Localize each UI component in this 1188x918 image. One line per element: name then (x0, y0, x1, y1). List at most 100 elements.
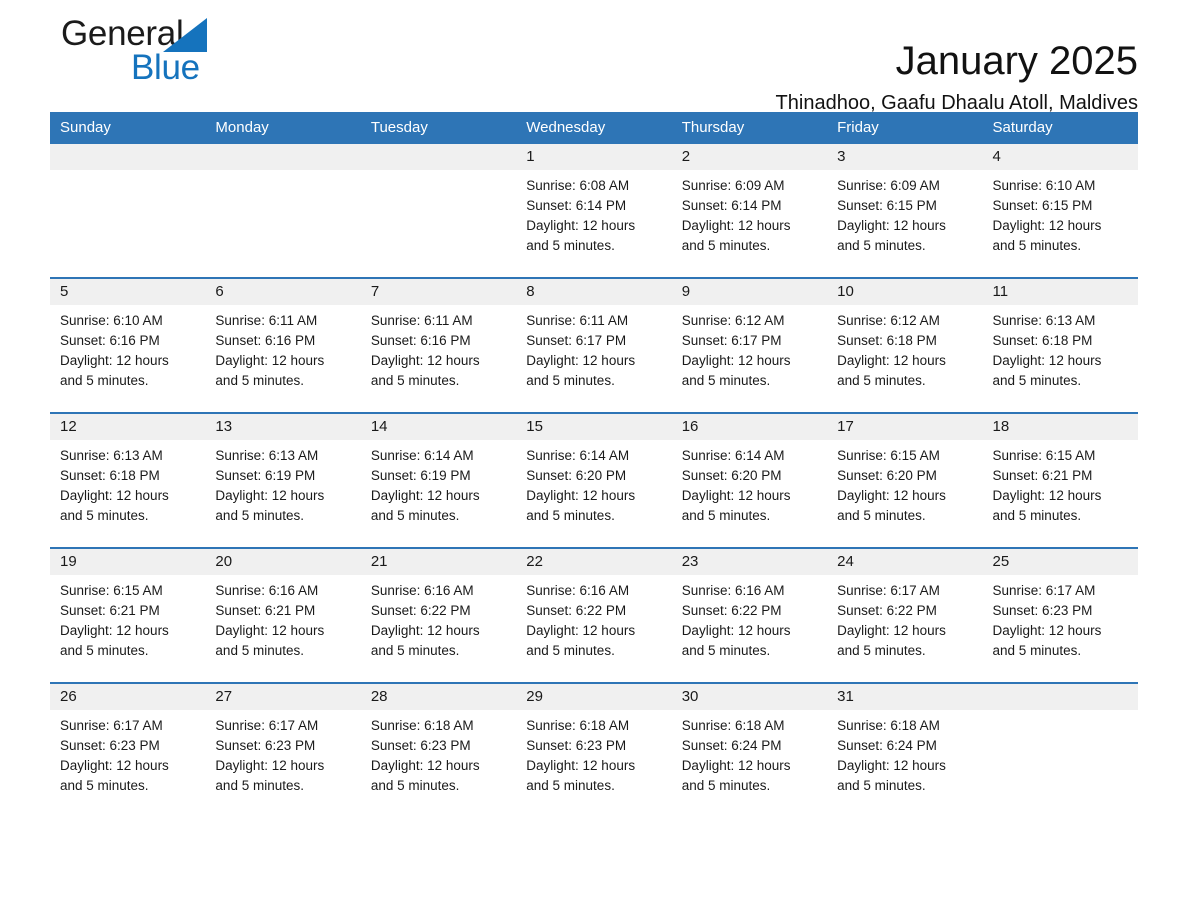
day-number (205, 144, 361, 170)
calendar-cell[interactable]: 20 Sunrise: 6:16 AM Sunset: 6:21 PM Dayligh… (205, 547, 361, 683)
sunrise-text: Sunrise: 6:18 AM (837, 718, 940, 733)
calendar-cell[interactable]: 14 Sunrise: 6:14 AM Sunset: 6:19 PM Dayligh… (360, 412, 517, 548)
sunset-text: Sunset: 6:21 PM (60, 603, 160, 618)
daylight-text-2: and 5 minutes. (681, 238, 771, 253)
calendar-day: 25 Sunrise: 6:17 AM Sunset: 6:23 PM Dayligh… (982, 549, 1138, 682)
calendar-cell[interactable]: 16 Sunrise: 6:14 AM Sunset: 6:20 PM Dayligh… (671, 412, 828, 548)
calendar-cell[interactable]: 12 Sunrise: 6:13 AM Sunset: 6:18 PM Dayligh… (50, 412, 206, 548)
calendar-cell[interactable]: 26 Sunrise: 6:17 AM Sunset: 6:23 PM Dayligh… (50, 682, 206, 817)
calendar-cell[interactable]: 29 Sunrise: 6:18 AM Sunset: 6:23 PM Dayligh… (516, 682, 672, 817)
day-number: 17 (827, 414, 983, 440)
brand-logo[interactable]: General Blue (61, 14, 321, 98)
day-details: Sunrise: 6:13 AM Sunset: 6:18 PM Daylight:… (50, 440, 205, 526)
calendar-cell[interactable]: 11 Sunrise: 6:13 AM Sunset: 6:18 PM Dayligh… (982, 277, 1138, 413)
triangle-logo-icon (163, 18, 207, 52)
calendar-page: General Blue January 2025 Thinadhoo, Gaa… (0, 0, 1188, 918)
sunset-text: Sunset: 6:18 PM (60, 468, 160, 483)
day-number: 31 (827, 684, 983, 710)
day-details: Sunrise: 6:12 AM Sunset: 6:18 PM Daylight:… (827, 305, 982, 391)
sunset-text: Sunset: 6:24 PM (837, 738, 937, 753)
page-header: General Blue January 2025 Thinadhoo, Gaa… (50, 0, 1138, 114)
calendar-day: 9 Sunrise: 6:12 AM Sunset: 6:17 PM Daylight… (671, 279, 828, 412)
sunset-text: Sunset: 6:16 PM (215, 333, 316, 348)
calendar-day: 28 Sunrise: 6:18 AM Sunset: 6:23 PM Dayligh… (360, 684, 517, 817)
calendar-day: 31 Sunrise: 6:18 AM Sunset: 6:24 PM Dayligh… (827, 684, 983, 817)
calendar-day: 24 Sunrise: 6:17 AM Sunset: 6:22 PM Dayligh… (827, 549, 983, 682)
calendar-cell[interactable]: 9 Sunrise: 6:12 AM Sunset: 6:17 PM Daylight… (671, 277, 828, 413)
calendar-cell[interactable]: 22 Sunrise: 6:16 AM Sunset: 6:22 PM Dayligh… (516, 547, 672, 683)
calendar-cell (50, 144, 206, 278)
sunset-text: Sunset: 6:15 PM (992, 198, 1093, 213)
sunset-text: Sunset: 6:19 PM (370, 468, 471, 483)
sunrise-text: Sunrise: 6:08 AM (526, 178, 630, 193)
calendar-week-row: 1 Sunrise: 6:08 AM Sunset: 6:14 PM Daylight… (50, 144, 1138, 278)
calendar-cell[interactable]: 4 Sunrise: 6:10 AM Sunset: 6:15 PM Daylight… (982, 144, 1138, 278)
calendar-day: 1 Sunrise: 6:08 AM Sunset: 6:14 PM Daylight… (516, 144, 672, 277)
sunrise-text: Sunrise: 6:13 AM (215, 448, 319, 463)
daylight-text-2: and 5 minutes. (837, 643, 926, 658)
sunrise-text: Sunrise: 6:11 AM (215, 313, 318, 328)
daylight-text-2: and 5 minutes. (370, 508, 460, 523)
daylight-text: Daylight: 12 hours (837, 218, 946, 233)
daylight-text-2: and 5 minutes. (215, 373, 304, 388)
day-number: 15 (516, 414, 672, 440)
daylight-text-2: and 5 minutes. (526, 643, 615, 658)
sunset-text: Sunset: 6:16 PM (370, 333, 471, 348)
day-number: 20 (205, 549, 361, 575)
calendar-cell[interactable]: 30 Sunrise: 6:18 AM Sunset: 6:24 PM Dayligh… (671, 682, 828, 817)
sunset-text: Sunset: 6:23 PM (370, 738, 471, 753)
daylight-text-2: and 5 minutes. (992, 373, 1082, 388)
daylight-text-2: and 5 minutes. (60, 373, 149, 388)
calendar-cell[interactable]: 15 Sunrise: 6:14 AM Sunset: 6:20 PM Dayligh… (516, 412, 672, 548)
calendar-day-empty (982, 684, 1138, 817)
day-number: 10 (827, 279, 983, 305)
calendar-cell[interactable]: 24 Sunrise: 6:17 AM Sunset: 6:22 PM Dayligh… (827, 547, 983, 683)
calendar-cell[interactable]: 18 Sunrise: 6:15 AM Sunset: 6:21 PM Dayligh… (982, 412, 1138, 548)
calendar-cell[interactable]: 13 Sunrise: 6:13 AM Sunset: 6:19 PM Dayligh… (205, 412, 361, 548)
calendar-cell[interactable]: 27 Sunrise: 6:17 AM Sunset: 6:23 PM Dayligh… (205, 682, 361, 817)
calendar-cell[interactable]: 10 Sunrise: 6:12 AM Sunset: 6:18 PM Dayligh… (827, 277, 983, 413)
calendar-day: 15 Sunrise: 6:14 AM Sunset: 6:20 PM Dayligh… (516, 414, 672, 547)
calendar-cell[interactable]: 31 Sunrise: 6:18 AM Sunset: 6:24 PM Dayligh… (827, 682, 983, 817)
calendar-cell[interactable]: 19 Sunrise: 6:15 AM Sunset: 6:21 PM Dayligh… (50, 547, 206, 683)
calendar-day: 30 Sunrise: 6:18 AM Sunset: 6:24 PM Dayligh… (671, 684, 828, 817)
sunrise-text: Sunrise: 6:17 AM (215, 718, 319, 733)
calendar-cell[interactable]: 28 Sunrise: 6:18 AM Sunset: 6:23 PM Dayligh… (360, 682, 517, 817)
daylight-text: Daylight: 12 hours (526, 218, 636, 233)
calendar-cell[interactable]: 2 Sunrise: 6:09 AM Sunset: 6:14 PM Daylight… (671, 144, 828, 278)
calendar-cell[interactable]: 5 Sunrise: 6:10 AM Sunset: 6:16 PM Daylight… (50, 277, 206, 413)
sunset-text: Sunset: 6:22 PM (681, 603, 782, 618)
sunset-text: Sunset: 6:23 PM (992, 603, 1093, 618)
sunset-text: Sunset: 6:21 PM (992, 468, 1093, 483)
calendar-cell[interactable]: 1 Sunrise: 6:08 AM Sunset: 6:14 PM Daylight… (516, 144, 672, 278)
calendar-cell[interactable]: 6 Sunrise: 6:11 AM Sunset: 6:16 PM Daylight… (205, 277, 361, 413)
day-details: Sunrise: 6:16 AM Sunset: 6:22 PM Daylight:… (361, 575, 516, 661)
calendar-cell[interactable]: 17 Sunrise: 6:15 AM Sunset: 6:20 PM Dayligh… (827, 412, 983, 548)
sunset-text: Sunset: 6:23 PM (215, 738, 316, 753)
daylight-text-2: and 5 minutes. (60, 508, 149, 523)
sunrise-text: Sunrise: 6:16 AM (681, 583, 785, 598)
daylight-text: Daylight: 12 hours (837, 488, 946, 503)
calendar-cell[interactable]: 23 Sunrise: 6:16 AM Sunset: 6:22 PM Dayligh… (671, 547, 828, 683)
daylight-text-2: and 5 minutes. (526, 238, 615, 253)
day-number: 9 (671, 279, 828, 305)
daylight-text: Daylight: 12 hours (370, 758, 480, 773)
sunrise-text: Sunrise: 6:18 AM (681, 718, 785, 733)
sunset-text: Sunset: 6:15 PM (837, 198, 937, 213)
calendar-cell[interactable]: 25 Sunrise: 6:17 AM Sunset: 6:23 PM Dayligh… (982, 547, 1138, 683)
calendar-day: 2 Sunrise: 6:09 AM Sunset: 6:14 PM Daylight… (671, 144, 828, 277)
daylight-text-2: and 5 minutes. (837, 508, 926, 523)
calendar-cell[interactable]: 7 Sunrise: 6:11 AM Sunset: 6:16 PM Daylight… (360, 277, 517, 413)
daylight-text-2: and 5 minutes. (992, 508, 1082, 523)
calendar-cell[interactable]: 3 Sunrise: 6:09 AM Sunset: 6:15 PM Daylight… (827, 144, 983, 278)
sunrise-text: Sunrise: 6:13 AM (992, 313, 1096, 328)
day-details: Sunrise: 6:17 AM Sunset: 6:22 PM Daylight:… (827, 575, 982, 661)
calendar-cell[interactable]: 21 Sunrise: 6:16 AM Sunset: 6:22 PM Dayligh… (360, 547, 517, 683)
daylight-text: Daylight: 12 hours (60, 758, 169, 773)
sunrise-text: Sunrise: 6:10 AM (992, 178, 1096, 193)
calendar-cell[interactable]: 8 Sunrise: 6:11 AM Sunset: 6:17 PM Daylight… (516, 277, 672, 413)
sunset-text: Sunset: 6:16 PM (60, 333, 160, 348)
day-details: Sunrise: 6:11 AM Sunset: 6:16 PM Daylight:… (361, 305, 516, 391)
calendar-week-row: 5 Sunrise: 6:10 AM Sunset: 6:16 PM Daylight… (50, 277, 1138, 413)
daylight-text-2: and 5 minutes. (370, 643, 460, 658)
